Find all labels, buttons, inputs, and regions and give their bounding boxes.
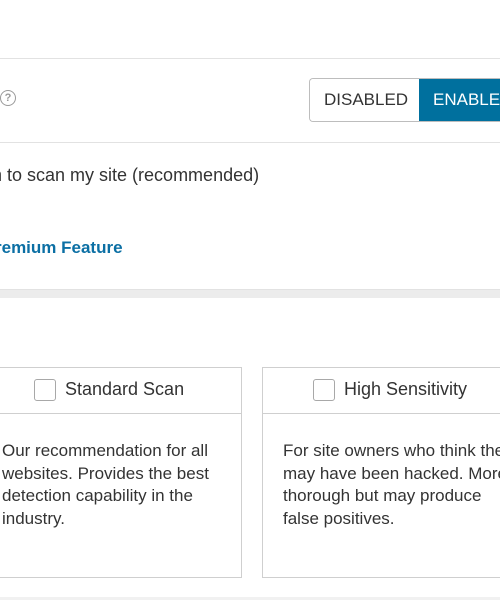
card-description: For site owners who think they may have … — [283, 441, 500, 528]
description-text: n to scan my site (recommended) — [0, 165, 260, 185]
help-icon[interactable]: ? — [0, 90, 16, 106]
card-header: Standard Scan — [0, 368, 241, 414]
card-title: Standard Scan — [65, 379, 185, 399]
scan-options-section: Standard Scan Our recommendation for all… — [0, 298, 500, 600]
card-description: Our recommendation for all websites. Pro… — [2, 441, 209, 528]
premium-feature-link[interactable]: remium Feature — [0, 238, 123, 258]
disabled-button[interactable]: DISABLED — [310, 79, 419, 121]
enabled-button[interactable]: ENABLED — [419, 79, 500, 121]
enable-toggle: DISABLED ENABLED — [309, 78, 500, 122]
card-header: High Sensitivity — [263, 368, 500, 414]
high-sensitivity-checkbox[interactable] — [313, 379, 335, 401]
page: ? DISABLED ENABLED n to scan my site (re… — [0, 0, 500, 600]
option-row: ? DISABLED ENABLED — [0, 59, 500, 143]
section-divider — [0, 290, 500, 298]
description-area: n to scan my site (recommended) remium F… — [0, 143, 500, 290]
card-title: High Sensitivity — [344, 379, 468, 399]
top-section — [0, 0, 500, 59]
standard-scan-checkbox[interactable] — [34, 379, 56, 401]
high-sensitivity-card[interactable]: High Sensitivity For site owners who thi… — [262, 367, 500, 578]
standard-scan-card[interactable]: Standard Scan Our recommendation for all… — [0, 367, 242, 578]
